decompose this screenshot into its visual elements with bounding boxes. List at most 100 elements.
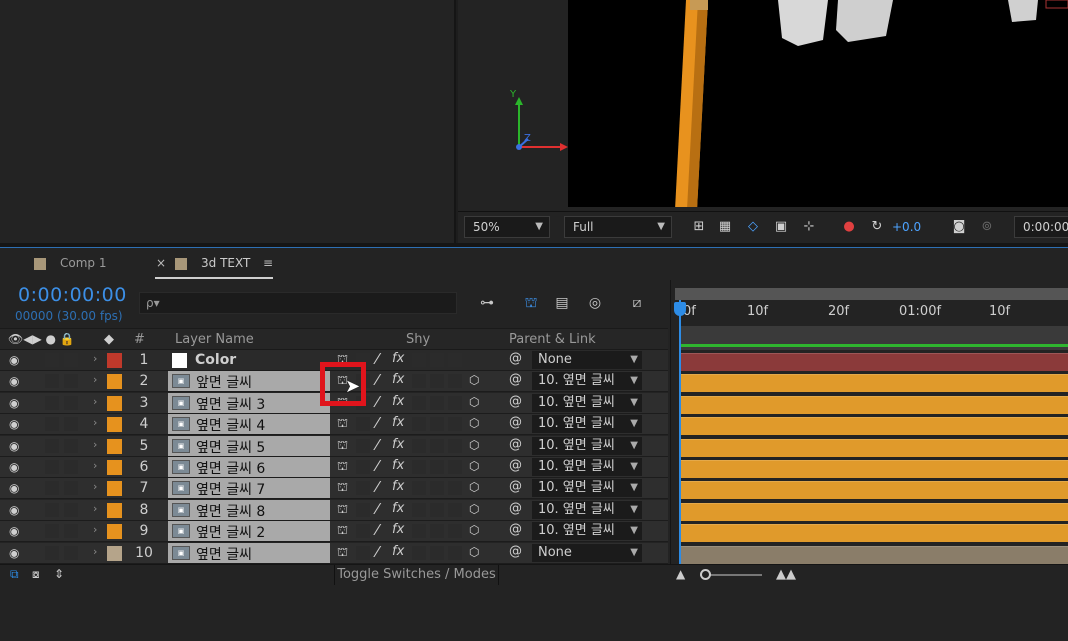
chevron-right-icon[interactable]: › — [93, 438, 97, 451]
shy-icon[interactable]: ⛫ — [337, 523, 348, 539]
layer-name-cell[interactable]: ▣ 옆면 글씨 6 — [168, 457, 330, 477]
frame-blend-switch[interactable] — [412, 524, 426, 539]
collapse-switch[interactable] — [356, 417, 370, 432]
adjustment-switch[interactable] — [448, 460, 462, 474]
3d-layer-icon[interactable]: ⬡ — [469, 459, 479, 473]
eye-icon[interactable]: ◉ — [9, 417, 19, 431]
motion-blur-switch[interactable] — [430, 395, 444, 410]
solo-switch[interactable] — [45, 353, 59, 367]
fx-icon[interactable]: fx — [392, 544, 404, 559]
lock-switch[interactable] — [64, 395, 78, 410]
parent-dropdown[interactable]: 10. 옆면 글씨 ▼ — [532, 500, 642, 519]
chevron-right-icon[interactable]: › — [93, 373, 97, 386]
shy-icon[interactable]: ⛫ — [337, 459, 348, 475]
collapse-switch[interactable] — [356, 502, 370, 517]
layer-search-input[interactable]: ρ▾ — [139, 292, 457, 314]
label-color[interactable] — [107, 545, 122, 561]
shy-icon[interactable]: ⛫ — [337, 545, 348, 561]
layer-name-cell[interactable]: ▣ 옆면 글씨 — [168, 542, 330, 563]
3d-layer-icon[interactable]: ⬡ — [469, 416, 479, 430]
col-shy[interactable]: Shy — [406, 332, 430, 347]
solo-switch[interactable] — [45, 524, 59, 539]
3d-layer-icon[interactable]: ⬡ — [469, 502, 479, 516]
layer-row[interactable]: ◉ › 8 ▣ 옆면 글씨 8 ⛫ ⁄ fx ⬡ @10. 옆면 글씨 ▼ — [0, 499, 668, 521]
layer-name-cell[interactable]: ▣ 옆면 글씨 5 — [168, 435, 330, 456]
lock-switch[interactable] — [64, 438, 78, 453]
show-snapshot-icon[interactable]: ⊚ — [978, 218, 996, 236]
layer-row[interactable]: ◉ › 7 ▣ 옆면 글씨 7 ⛫ ⁄ fx ⬡ @10. 옆면 글씨 ▼ — [0, 478, 668, 500]
lock-switch[interactable] — [64, 502, 78, 517]
graph-editor-icon[interactable]: ⧄ — [626, 293, 648, 313]
fx-icon[interactable]: fx — [392, 522, 404, 537]
layer-row[interactable]: ◉ › 9 ▣ 옆면 글씨 2 ⛫ ⁄ fx ⬡ @10. 옆면 글씨 ▼ — [0, 521, 668, 543]
fx-icon[interactable]: fx — [392, 372, 404, 387]
pick-whip-icon[interactable]: @ — [509, 479, 522, 494]
chevron-right-icon[interactable]: › — [93, 416, 97, 429]
quality-switch-icon[interactable]: ⁄ — [376, 436, 379, 454]
tab-3d-text[interactable]: 3d TEXT — [201, 256, 250, 270]
layer-duration-bar[interactable] — [679, 460, 1068, 478]
quality-switch-icon[interactable]: ⁄ — [376, 393, 379, 411]
current-timecode[interactable]: 0:00:00:00 — [18, 284, 127, 306]
layer-duration-bar[interactable] — [679, 524, 1068, 543]
solo-switch[interactable] — [45, 502, 59, 517]
reset-exposure-icon[interactable]: ↻ — [868, 218, 886, 236]
quality-switch-icon[interactable]: ⁄ — [376, 457, 379, 475]
lock-switch[interactable] — [64, 374, 78, 389]
motion-blur-switch[interactable] — [430, 374, 444, 389]
eye-icon[interactable]: ◉ — [9, 524, 19, 538]
zoom-in-icon[interactable]: ▲▲ — [776, 567, 796, 582]
eye-icon[interactable]: ◉ — [9, 374, 19, 388]
pick-whip-icon[interactable]: @ — [509, 544, 522, 559]
eye-icon[interactable]: ◉ — [9, 546, 19, 560]
quality-switch-icon[interactable]: ⁄ — [376, 350, 379, 368]
viewer-canvas[interactable] — [568, 0, 1068, 207]
motion-blur-switch[interactable] — [430, 438, 444, 453]
fx-icon[interactable]: fx — [392, 415, 404, 430]
quality-switch-icon[interactable]: ⁄ — [376, 371, 379, 389]
lock-switch[interactable] — [64, 524, 78, 539]
frame-blend-switch[interactable] — [412, 374, 426, 389]
parent-dropdown[interactable]: None ▼ — [532, 351, 642, 369]
solo-switch[interactable] — [45, 460, 59, 474]
av-features-icon[interactable]: 👁◀▶ ● 🔒 — [8, 332, 75, 346]
pick-whip-icon[interactable]: @ — [509, 522, 522, 537]
eye-icon[interactable]: ◉ — [9, 439, 19, 453]
resolution-dropdown[interactable]: Full ▼ — [564, 216, 672, 238]
pick-whip-icon[interactable]: @ — [509, 372, 522, 387]
frame-blend-switch[interactable] — [412, 481, 426, 496]
pick-whip-icon[interactable]: @ — [509, 501, 522, 516]
parent-dropdown[interactable]: 10. 옆면 글씨 ▼ — [532, 415, 642, 434]
eye-icon[interactable]: ◉ — [9, 503, 19, 517]
collapse-switch[interactable] — [356, 438, 370, 453]
motion-blur-icon[interactable]: ◎ — [584, 293, 606, 313]
playhead-handle[interactable] — [674, 302, 686, 316]
col-layer-name[interactable]: Layer Name — [175, 332, 254, 347]
label-color[interactable] — [107, 417, 122, 433]
col-parent-link[interactable]: Parent & Link — [509, 332, 596, 347]
fx-icon[interactable]: fx — [392, 351, 404, 366]
layer-name-cell[interactable]: ▣ 옆면 글씨 3 — [168, 392, 330, 413]
layer-duration-bar[interactable] — [679, 438, 1068, 457]
3d-layer-icon[interactable]: ⬡ — [469, 523, 479, 537]
transfer-controls-icon[interactable]: ⧇ — [32, 567, 40, 582]
adjustment-switch[interactable] — [448, 395, 462, 410]
frame-blend-switch[interactable] — [412, 395, 426, 410]
frame-blend-switch[interactable] — [412, 502, 426, 517]
lock-switch[interactable] — [64, 481, 78, 496]
chevron-right-icon[interactable]: › — [93, 502, 97, 515]
parent-dropdown[interactable]: None ▼ — [532, 543, 642, 562]
3d-layer-icon[interactable]: ⬡ — [469, 545, 479, 559]
frame-blend-switch[interactable] — [412, 417, 426, 432]
quality-switch-icon[interactable]: ⁄ — [376, 543, 379, 561]
tab-comp-1[interactable]: Comp 1 — [60, 256, 106, 270]
guides-icon[interactable]: ⊹ — [800, 218, 818, 236]
zoom-dropdown[interactable]: 50% ▼ — [464, 216, 550, 238]
fx-icon[interactable]: fx — [392, 501, 404, 516]
quality-switch-icon[interactable]: ⁄ — [376, 521, 379, 539]
close-icon[interactable]: × — [156, 256, 166, 270]
current-time-field[interactable]: 0:00:00 — [1014, 216, 1068, 238]
fx-icon[interactable]: fx — [392, 437, 404, 452]
playhead[interactable] — [679, 300, 681, 568]
motion-blur-switch[interactable] — [430, 460, 444, 474]
